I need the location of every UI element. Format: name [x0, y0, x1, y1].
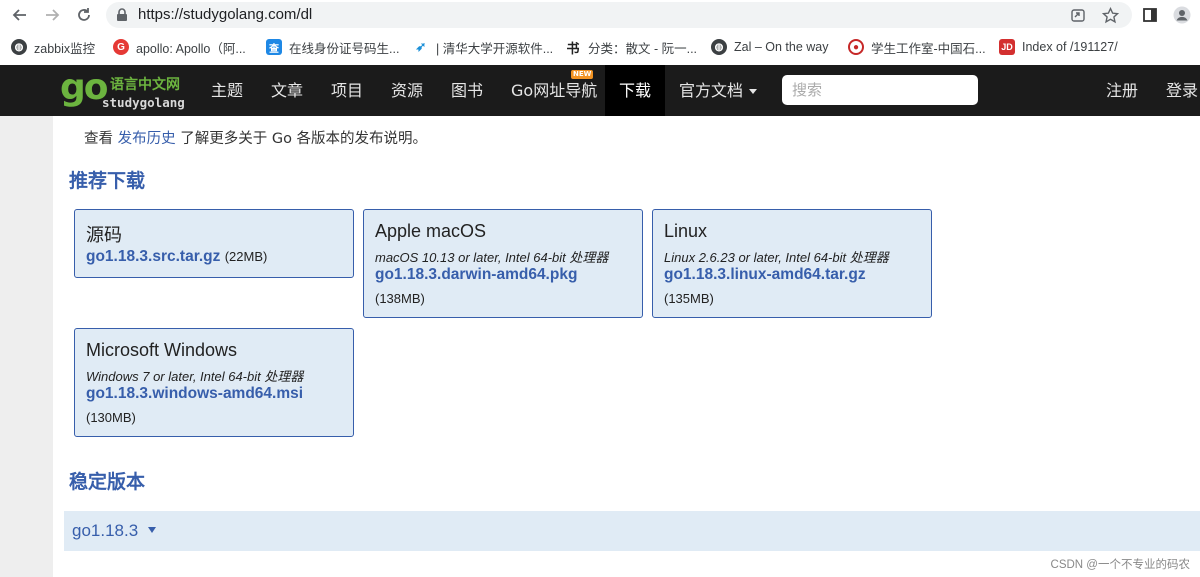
- browser-toolbar: https://studygolang.com/dl: [0, 0, 1200, 30]
- download-link-macos[interactable]: go1.18.3.darwin-amd64.pkg: [375, 266, 577, 284]
- left-gutter: [0, 116, 53, 577]
- download-link-linux[interactable]: go1.18.3.linux-amd64.tar.gz: [664, 266, 866, 284]
- jd-icon: JD: [999, 39, 1015, 55]
- bookmark-id-generator[interactable]: 查在线身份证号码生...: [266, 38, 399, 56]
- register-link[interactable]: 注册: [1106, 65, 1138, 116]
- profile-button[interactable]: [1170, 3, 1194, 27]
- bookmark-index[interactable]: JD Index of /191127/: [999, 38, 1118, 56]
- reload-button[interactable]: [72, 3, 96, 27]
- calligraphy-icon: 书: [566, 40, 580, 56]
- card-title: Microsoft Windows: [86, 340, 238, 360]
- csdn-watermark: CSDN @一个不专业的码农: [1050, 559, 1190, 571]
- nav-resources[interactable]: 资源: [391, 65, 423, 116]
- stable-versions-heading: 稳定版本: [69, 471, 146, 493]
- share-button[interactable]: [1066, 3, 1090, 27]
- bookmark-ruanyifeng[interactable]: 书分类：散文 - 阮一...: [565, 38, 697, 56]
- release-history-intro: 查看 发布历史 了解更多关于 Go 各版本的发布说明。: [84, 131, 428, 147]
- download-card-windows[interactable]: Microsoft Windows Windows 7 or later, In…: [74, 328, 354, 437]
- star-icon: [1101, 6, 1119, 23]
- tsinghua-icon: ➶: [415, 39, 427, 54]
- card-requirements: macOS 10.13 or later, Intel 64-bit 处理器: [375, 250, 609, 265]
- nav-topics[interactable]: 主题: [211, 65, 243, 116]
- forward-button[interactable]: [40, 3, 64, 27]
- site-logo[interactable]: go 语言中文网 studygolang: [60, 70, 190, 112]
- file-size: (138MB): [375, 291, 425, 306]
- new-badge: NEW: [571, 70, 594, 79]
- forward-arrow-icon: [46, 9, 60, 21]
- search-input[interactable]: [782, 75, 978, 105]
- download-link-source[interactable]: go1.18.3.src.tar.gz (22MB): [86, 248, 267, 266]
- stable-version-toggle[interactable]: go1.18.3: [64, 511, 1200, 551]
- download-link-windows[interactable]: go1.18.3.windows-amd64.msi: [86, 385, 303, 403]
- download-card-macos[interactable]: Apple macOS macOS 10.13 or later, Intel …: [363, 209, 643, 318]
- dropdown-caret-icon: [749, 89, 758, 94]
- stable-version-label: go1.18.3: [72, 521, 157, 541]
- share-icon: [1071, 9, 1085, 22]
- nav-books[interactable]: 图书: [451, 65, 483, 116]
- bookmark-zal[interactable]: ◍ Zal – On the way: [711, 38, 829, 56]
- apollo-icon: G: [113, 39, 129, 55]
- address-bar[interactable]: https://studygolang.com/dl: [106, 2, 1132, 28]
- site-navbar: go 语言中文网 studygolang 主题 文章 项目 资源 图书 Go网址…: [0, 65, 1200, 116]
- url-text: https://studygolang.com/dl: [138, 6, 313, 23]
- nav-articles[interactable]: 文章: [271, 65, 303, 116]
- side-panel-icon: [1143, 8, 1157, 22]
- card-requirements: Windows 7 or later, Intel 64-bit 处理器: [86, 369, 304, 384]
- bookmark-tsinghua[interactable]: ➶ | 清华大学开源软件...: [413, 38, 554, 56]
- avatar-icon: [1173, 6, 1191, 24]
- back-button[interactable]: [8, 3, 32, 27]
- bookmarks-bar: ◍ zabbix监控 Gapollo: Apollo（阿... 查在线身份证号码生…: [0, 32, 1200, 62]
- file-size: (22MB): [224, 249, 268, 264]
- lock-icon: [117, 8, 127, 21]
- card-title: 源码: [86, 225, 122, 245]
- expand-triangle-icon: [148, 526, 157, 533]
- bookmark-apollo[interactable]: Gapollo: Apollo（阿...: [113, 38, 246, 56]
- logo-english-text: studygolang: [102, 95, 185, 110]
- globe-icon: ◍: [11, 39, 27, 55]
- nav-download[interactable]: 下载: [605, 65, 666, 116]
- id-lookup-icon: 查: [266, 39, 282, 55]
- go-logo-icon: go: [60, 67, 108, 108]
- file-size: (130MB): [86, 410, 136, 425]
- reload-icon: [78, 8, 90, 21]
- download-card-linux[interactable]: Linux Linux 2.6.23 or later, Intel 64-bi…: [652, 209, 932, 318]
- download-card-source[interactable]: 源码 go1.18.3.src.tar.gz (22MB): [74, 209, 354, 278]
- side-panel-button[interactable]: [1138, 3, 1162, 27]
- featured-downloads-heading: 推荐下载: [69, 170, 146, 192]
- globe-icon: ◍: [711, 39, 727, 55]
- bookmark-student-office[interactable]: ● 学生工作室-中国石...: [848, 38, 986, 56]
- card-title: Apple macOS: [375, 221, 487, 241]
- bookmark-star-button[interactable]: [1098, 3, 1122, 27]
- nav-projects[interactable]: 项目: [331, 65, 363, 116]
- logo-chinese-text: 语言中文网: [110, 77, 180, 93]
- login-link[interactable]: 登录: [1166, 65, 1198, 116]
- back-arrow-icon: [12, 9, 26, 21]
- release-history-link[interactable]: 发布历史: [118, 131, 176, 147]
- card-requirements: Linux 2.6.23 or later, Intel 64-bit 处理器: [664, 250, 889, 265]
- card-title: Linux: [664, 221, 708, 241]
- file-size: (135MB): [664, 291, 714, 306]
- nav-official-docs[interactable]: 官方文档: [679, 65, 758, 116]
- student-office-icon: ●: [848, 39, 864, 55]
- bookmark-zabbix[interactable]: ◍ zabbix监控: [11, 38, 95, 56]
